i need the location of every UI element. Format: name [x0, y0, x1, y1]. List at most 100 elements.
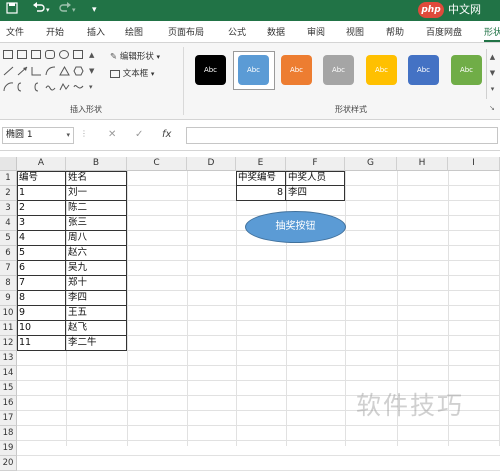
- shape-style-thumb[interactable]: Abc: [281, 55, 312, 85]
- row-header[interactable]: 9: [0, 291, 17, 306]
- table-cell[interactable]: 8: [236, 186, 286, 201]
- tab-help[interactable]: 帮助: [386, 25, 404, 38]
- table-cell[interactable]: 3: [17, 216, 66, 231]
- scribble-shape-icon[interactable]: [73, 82, 84, 91]
- table-cell[interactable]: 李四: [286, 186, 345, 201]
- table-cell[interactable]: 张三: [66, 216, 127, 231]
- table-cell[interactable]: 吴九: [66, 261, 127, 276]
- customize-qat-icon[interactable]: ▾: [92, 2, 97, 18]
- tab-page-layout[interactable]: 页面布局: [168, 25, 204, 38]
- table-header-cell[interactable]: 姓名: [66, 171, 127, 186]
- tab-baidu-netdisk[interactable]: 百度网盘: [426, 25, 462, 38]
- tab-data[interactable]: 数据: [267, 25, 285, 38]
- row-header[interactable]: 16: [0, 396, 17, 411]
- shapes-gallery[interactable]: ▲ ▼ ▾: [3, 48, 105, 98]
- row-header[interactable]: 13: [0, 351, 17, 366]
- tab-formulas[interactable]: 公式: [228, 25, 246, 38]
- rectangle-shape-icon[interactable]: [3, 50, 13, 59]
- column-header[interactable]: D: [187, 157, 236, 171]
- textbox-shape-icon[interactable]: [17, 50, 27, 59]
- row-header[interactable]: 20: [0, 456, 17, 471]
- table-cell[interactable]: 陈二: [66, 201, 127, 216]
- gallery-up-icon[interactable]: ▲: [89, 51, 94, 59]
- shape-style-thumb[interactable]: Abc: [408, 55, 439, 85]
- row-header[interactable]: 7: [0, 261, 17, 276]
- bracket-shape-icon[interactable]: [17, 82, 27, 92]
- table-cell[interactable]: 王五: [66, 306, 127, 321]
- freeform-shape-icon[interactable]: [59, 82, 70, 91]
- arrow-shape-icon[interactable]: [17, 66, 28, 76]
- elbow-connector-shape-icon[interactable]: [31, 66, 41, 76]
- shape-style-thumb[interactable]: Abc: [366, 55, 397, 85]
- table-header-cell[interactable]: 编号: [17, 171, 66, 186]
- gallery-more-icon[interactable]: ▾: [89, 83, 93, 91]
- undo-dropdown-icon[interactable]: ▾: [46, 2, 50, 18]
- column-header[interactable]: A: [17, 157, 66, 171]
- table-cell[interactable]: 7: [17, 276, 66, 291]
- styles-gallery-scroll[interactable]: ▲ ▼ ▾: [486, 49, 498, 99]
- table-cell[interactable]: 11: [17, 336, 66, 351]
- row-header[interactable]: 19: [0, 441, 17, 456]
- tab-insert[interactable]: 插入: [87, 25, 105, 38]
- line-shape-icon[interactable]: [3, 66, 14, 76]
- shape-style-thumb[interactable]: Abc: [195, 55, 226, 85]
- column-header[interactable]: F: [286, 157, 345, 171]
- square-shape-icon[interactable]: [73, 50, 83, 59]
- table-cell[interactable]: 5: [17, 246, 66, 261]
- cancel-icon[interactable]: ✕: [108, 129, 116, 140]
- column-header[interactable]: H: [397, 157, 448, 171]
- row-header[interactable]: 1: [0, 171, 17, 186]
- row-header[interactable]: 6: [0, 246, 17, 261]
- save-icon[interactable]: [6, 2, 18, 18]
- tab-draw[interactable]: 绘图: [125, 25, 143, 38]
- table-cell[interactable]: 郑十: [66, 276, 127, 291]
- table-cell[interactable]: 赵六: [66, 246, 127, 261]
- curve-shape-icon[interactable]: [45, 66, 56, 76]
- triangle-shape-icon[interactable]: [59, 65, 70, 76]
- gallery-up-icon[interactable]: ▲: [487, 49, 498, 65]
- oval-shape-icon[interactable]: [59, 50, 69, 59]
- tab-review[interactable]: 审阅: [307, 25, 325, 38]
- row-header[interactable]: 4: [0, 216, 17, 231]
- redo-dropdown-icon[interactable]: ▾: [72, 2, 76, 18]
- row-header[interactable]: 5: [0, 231, 17, 246]
- row-header[interactable]: 11: [0, 321, 17, 336]
- row-header[interactable]: 18: [0, 426, 17, 441]
- row-header[interactable]: 14: [0, 366, 17, 381]
- rectangle-shape-icon[interactable]: [31, 50, 41, 59]
- brace-shape-icon[interactable]: [31, 82, 41, 92]
- table-cell[interactable]: 1: [17, 186, 66, 201]
- column-header[interactable]: B: [66, 157, 127, 171]
- row-header[interactable]: 10: [0, 306, 17, 321]
- table-cell[interactable]: 2: [17, 201, 66, 216]
- table-cell[interactable]: 周八: [66, 231, 127, 246]
- shape-style-thumb[interactable]: Abc: [323, 55, 354, 85]
- formula-input[interactable]: [186, 127, 498, 144]
- row-header[interactable]: 12: [0, 336, 17, 351]
- rounded-rectangle-shape-icon[interactable]: [45, 50, 55, 59]
- gallery-down-icon[interactable]: ▼: [89, 67, 94, 75]
- shape-style-thumb[interactable]: Abc: [451, 55, 482, 85]
- column-header[interactable]: G: [345, 157, 397, 171]
- table-cell[interactable]: 9: [17, 306, 66, 321]
- edit-shape-button[interactable]: ✎ 编辑形状 ▾: [110, 50, 160, 62]
- tab-view[interactable]: 视图: [346, 25, 364, 38]
- table-header-cell[interactable]: 中奖人员: [286, 171, 345, 186]
- table-cell[interactable]: 刘一: [66, 186, 127, 201]
- row-header[interactable]: 8: [0, 276, 17, 291]
- gallery-more-icon[interactable]: ▾: [487, 81, 498, 97]
- row-header[interactable]: 17: [0, 411, 17, 426]
- tab-home[interactable]: 开始: [46, 25, 64, 38]
- select-all-corner[interactable]: [0, 157, 17, 171]
- table-cell[interactable]: 李二牛: [66, 336, 127, 351]
- dialog-launcher-icon[interactable]: ↘: [489, 104, 495, 112]
- undo-icon[interactable]: [32, 2, 46, 18]
- table-cell[interactable]: 6: [17, 261, 66, 276]
- gallery-down-icon[interactable]: ▼: [487, 65, 498, 81]
- redo-icon[interactable]: [58, 2, 72, 18]
- table-cell[interactable]: 赵飞: [66, 321, 127, 336]
- row-header[interactable]: 2: [0, 186, 17, 201]
- insert-function-icon[interactable]: fx: [162, 129, 171, 140]
- hexagon-shape-icon[interactable]: [73, 66, 84, 76]
- text-box-button[interactable]: 文本框 ▾: [110, 67, 154, 79]
